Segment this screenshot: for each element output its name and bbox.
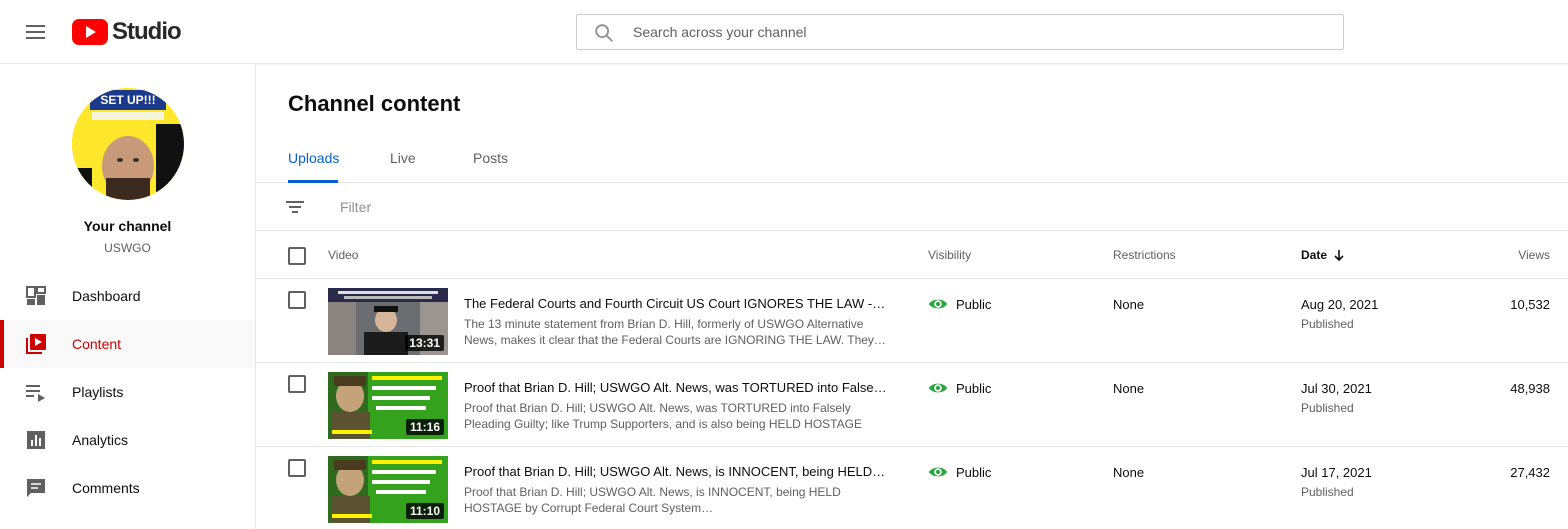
restrictions-value: None: [1113, 297, 1145, 312]
sort-arrow-down-icon: [1334, 250, 1344, 262]
video-thumbnail[interactable]: 13:31: [328, 288, 448, 355]
search-box: [576, 14, 1344, 50]
video-title[interactable]: The Federal Courts and Fourth Circuit US…: [464, 296, 888, 311]
visibility-cell[interactable]: Public: [928, 294, 991, 314]
row-checkbox[interactable]: [288, 291, 306, 309]
filter-input[interactable]: [340, 195, 940, 219]
video-title[interactable]: Proof that Brian D. Hill; USWGO Alt. New…: [464, 464, 888, 479]
table-row[interactable]: 11:10 Proof that Brian D. Hill; USWGO Al…: [256, 447, 1568, 529]
publish-status: Published: [1301, 401, 1354, 415]
column-header-video: Video: [328, 248, 359, 262]
video-title[interactable]: Proof that Brian D. Hill; USWGO Alt. New…: [464, 380, 888, 395]
sidebar-item-label: Content: [72, 336, 122, 352]
channel-avatar[interactable]: SET UP!!!: [72, 88, 184, 200]
page-title: Channel content: [288, 91, 461, 116]
top-app-bar: Studio: [0, 0, 1568, 64]
column-header-date[interactable]: Date: [1301, 248, 1345, 262]
sidebar-item-analytics[interactable]: Analytics: [0, 416, 255, 464]
studio-logo-text: Studio: [112, 18, 182, 45]
select-all-checkbox[interactable]: [288, 247, 306, 265]
search-icon[interactable]: [593, 22, 615, 44]
sidebar-item-label: Comments: [72, 480, 140, 496]
view-count: 48,938: [1510, 381, 1550, 396]
video-duration: 13:31: [405, 335, 444, 351]
view-count: 27,432: [1510, 465, 1550, 480]
studio-logo[interactable]: Studio: [72, 18, 182, 45]
content-tabs: Uploads Live Posts: [256, 136, 1568, 183]
channel-title: Your channel: [83, 218, 172, 234]
sidebar-item-playlists[interactable]: Playlists: [0, 368, 255, 416]
row-checkbox[interactable]: [288, 459, 306, 477]
table-header: Video Visibility Restrictions Date Views: [256, 231, 1568, 279]
publish-status: Published: [1301, 317, 1354, 331]
playlists-icon: [26, 385, 45, 402]
upload-date: Jul 17, 2021: [1301, 465, 1372, 480]
visibility-label: Public: [956, 380, 992, 396]
filter-icon[interactable]: [286, 199, 306, 215]
video-duration: 11:16: [405, 419, 444, 435]
sidebar-item-label: Dashboard: [72, 288, 141, 304]
analytics-icon: [27, 431, 45, 449]
upload-date: Aug 20, 2021: [1301, 297, 1379, 312]
search-input[interactable]: [633, 15, 1333, 49]
tab-posts[interactable]: Posts: [473, 136, 513, 182]
visibility-cell[interactable]: Public: [928, 462, 991, 482]
video-description: Proof that Brian D. Hill; USWGO Alt. New…: [464, 485, 841, 515]
video-thumbnail[interactable]: 11:10: [328, 456, 448, 523]
video-duration: 11:10: [405, 503, 444, 519]
content-icon: [26, 334, 46, 354]
eye-icon: [928, 383, 948, 393]
row-checkbox[interactable]: [288, 375, 306, 393]
channel-handle: USWGO: [104, 241, 151, 255]
sidebar-item-label: Playlists: [72, 384, 124, 400]
dashboard-icon: [26, 286, 46, 305]
date-header-label: Date: [1301, 248, 1328, 262]
video-description: The 13 minute statement from Brian D. Hi…: [464, 317, 886, 347]
column-header-views[interactable]: Views: [1518, 248, 1550, 262]
restrictions-value: None: [1113, 381, 1145, 396]
filter-bar: [256, 183, 1568, 231]
comments-icon: [27, 479, 45, 497]
hamburger-menu-icon[interactable]: [24, 20, 48, 44]
avatar-text: SET UP!!!: [100, 93, 155, 107]
sidebar-item-comments[interactable]: Comments: [0, 464, 255, 512]
visibility-label: Public: [956, 296, 992, 312]
visibility-label: Public: [956, 464, 992, 480]
sidebar-item-dashboard[interactable]: Dashboard: [0, 272, 255, 320]
tab-label: Uploads: [288, 150, 340, 166]
video-thumbnail[interactable]: 11:16: [328, 372, 448, 439]
tab-label: Live: [390, 150, 416, 166]
upload-date: Jul 30, 2021: [1301, 381, 1372, 396]
visibility-cell[interactable]: Public: [928, 378, 991, 398]
column-header-visibility[interactable]: Visibility: [928, 248, 971, 262]
tab-live[interactable]: Live: [390, 136, 420, 182]
restrictions-value: None: [1113, 465, 1145, 480]
publish-status: Published: [1301, 485, 1354, 499]
sidebar-item-label: Analytics: [72, 432, 129, 448]
sidebar: SET UP!!! Your channel USWGO Dashboard C…: [0, 64, 256, 529]
column-header-restrictions[interactable]: Restrictions: [1113, 248, 1176, 262]
youtube-logo-icon: [72, 19, 108, 45]
table-row[interactable]: 13:31 The Federal Courts and Fourth Circ…: [256, 279, 1568, 363]
tab-label: Posts: [473, 150, 509, 166]
video-description: Proof that Brian D. Hill; USWGO Alt. New…: [464, 401, 862, 431]
sidebar-item-content[interactable]: Content: [0, 320, 255, 368]
eye-icon: [928, 299, 948, 309]
eye-icon: [928, 467, 948, 477]
table-row[interactable]: 11:16 Proof that Brian D. Hill; USWGO Al…: [256, 363, 1568, 447]
view-count: 10,532: [1510, 297, 1550, 312]
tab-uploads[interactable]: Uploads: [288, 136, 340, 183]
